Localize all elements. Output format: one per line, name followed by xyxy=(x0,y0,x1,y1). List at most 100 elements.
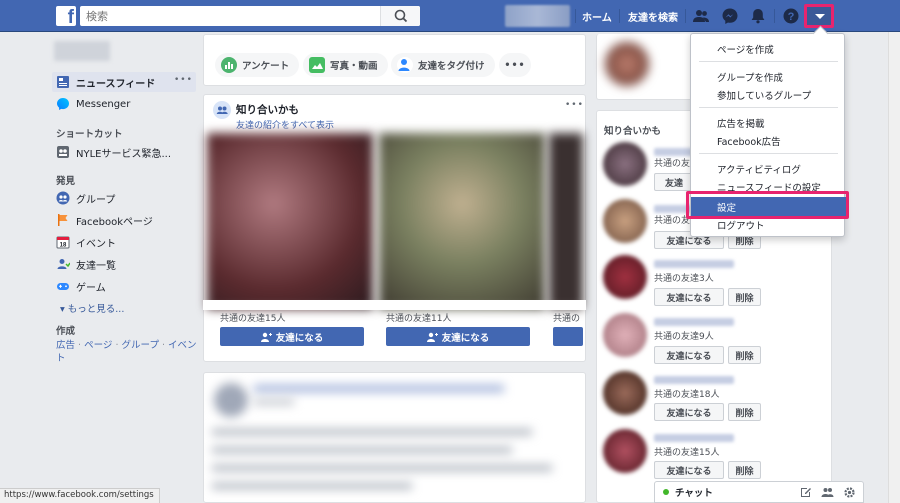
sidebar-item-friend-lists[interactable]: 友達一覧 xyxy=(56,255,116,273)
post-author-avatar[interactable] xyxy=(214,383,248,417)
suggestion-add-friend-button[interactable]: 友達になる xyxy=(654,403,724,421)
pymk-add-friend-button-3[interactable] xyxy=(553,327,583,346)
suggestion-name-blurred[interactable] xyxy=(654,318,734,326)
chat-label: チャット xyxy=(675,488,713,499)
friend-requests-icon[interactable] xyxy=(692,7,710,25)
photo-icon xyxy=(309,57,325,73)
suggestion-mutual: 共通の友 xyxy=(654,216,691,226)
add-label: 友達になる xyxy=(666,466,712,477)
delete-label: 削除 xyxy=(735,351,754,362)
right-pymk-heading: 知り合いかも xyxy=(604,126,662,137)
pymk-title: 知り合いかも xyxy=(236,104,299,116)
pymk-add-friend-label: 友達になる xyxy=(275,332,324,344)
facebook-logo-icon[interactable]: f xyxy=(56,6,76,26)
add-label: 友達になる xyxy=(666,351,712,362)
suggestion-delete-button[interactable]: 削除 xyxy=(728,403,761,421)
pymk-more-options-icon[interactable]: ••• xyxy=(565,100,584,110)
pymk-photo-3[interactable] xyxy=(549,133,583,309)
suggestion-name-blurred[interactable] xyxy=(654,376,734,384)
menu-item-advertise[interactable]: 広告を掲載 xyxy=(717,116,765,130)
menu-item-facebook-ads[interactable]: Facebook広告 xyxy=(717,134,781,148)
see-more-link[interactable]: ▾ もっと見る... xyxy=(60,301,124,315)
page-scrollbar[interactable] xyxy=(888,32,900,503)
sidebar-item-pages[interactable]: Facebookページ xyxy=(56,211,153,229)
nav-divider xyxy=(774,9,775,23)
suggestion-name-blurred[interactable] xyxy=(654,434,734,442)
suggestion-avatar[interactable] xyxy=(603,255,647,299)
add-label: 友達 xyxy=(664,178,683,189)
pymk-add-friend-button-2[interactable]: 友達になる xyxy=(386,327,530,346)
chat-bar[interactable]: チャット xyxy=(654,481,864,503)
menu-divider xyxy=(699,61,838,62)
settings-highlight-annotation xyxy=(686,191,849,219)
home-link[interactable]: ホーム xyxy=(582,9,612,24)
pymk-see-all-link[interactable]: 友達の紹介をすべて表示 xyxy=(236,118,334,131)
poll-button[interactable]: アンケート xyxy=(215,53,300,77)
menu-item-activity-log[interactable]: アクティビティログ xyxy=(717,162,801,176)
pymk-photo-1[interactable] xyxy=(207,133,373,309)
suggestion-avatar[interactable] xyxy=(603,199,647,243)
suggestion-delete-button[interactable]: 削除 xyxy=(728,461,761,479)
search-input[interactable] xyxy=(80,6,380,26)
pymk-photo-2[interactable] xyxy=(379,133,545,309)
sidebar-item-groups[interactable]: グループ xyxy=(56,189,115,207)
suggestion-avatar[interactable] xyxy=(603,142,647,186)
suggestion-delete-button[interactable]: 削除 xyxy=(728,288,761,306)
post-text-blurred xyxy=(212,447,512,453)
help-question-icon[interactable]: ? xyxy=(782,7,800,25)
sidebar-item-events[interactable]: 18 イベント xyxy=(56,233,116,251)
suggestion-avatar[interactable] xyxy=(603,313,647,357)
suggestion-mutual: 共通の友達15人 xyxy=(654,448,720,458)
create-ad-link[interactable]: 広告 xyxy=(56,340,75,351)
compose-icon[interactable] xyxy=(799,486,812,499)
notifications-bell-icon[interactable] xyxy=(749,7,767,25)
gear-icon[interactable] xyxy=(843,486,856,499)
find-friends-link[interactable]: 友達を検索 xyxy=(628,9,678,24)
more-options-icon[interactable]: ••• xyxy=(174,75,193,85)
photo-video-button[interactable]: 写真・動画 xyxy=(303,53,388,77)
add-label: 友達になる xyxy=(666,408,712,419)
group-icon xyxy=(56,145,70,159)
suggestion-name-blurred[interactable] xyxy=(654,260,734,268)
menu-item-your-groups[interactable]: 参加しているグループ xyxy=(717,88,811,102)
account-menu-button[interactable] xyxy=(804,4,834,28)
create-links-separator: · xyxy=(115,340,119,351)
suggestion-add-friend-button[interactable]: 友達 xyxy=(654,173,694,191)
sidebar-item-shortcut-group[interactable]: NYLEサービス緊急... xyxy=(56,143,171,161)
post-header-blurred xyxy=(254,385,504,392)
sidebar-item-label: ニュースフィード xyxy=(76,78,156,90)
tag-friend-icon xyxy=(397,57,413,73)
suggestion-avatar[interactable] xyxy=(605,42,649,86)
menu-item-log-out[interactable]: ログアウト xyxy=(717,218,765,232)
poll-label: アンケート xyxy=(242,61,290,72)
sidebar-item-news-feed[interactable]: ニュースフィード xyxy=(56,73,155,91)
delete-label: 削除 xyxy=(735,293,754,304)
messenger-icon[interactable] xyxy=(721,7,739,25)
suggestion-avatar[interactable] xyxy=(603,371,647,415)
new-group-icon[interactable] xyxy=(821,486,834,499)
search-box xyxy=(80,6,420,26)
sidebar-item-label: 友達一覧 xyxy=(76,260,116,272)
game-controller-icon xyxy=(56,279,70,293)
user-name-blurred[interactable] xyxy=(54,41,110,61)
suggestion-add-friend-button[interactable]: 友達になる xyxy=(654,346,724,364)
shortcuts-heading: ショートカット xyxy=(56,129,123,140)
suggestion-avatar[interactable] xyxy=(603,429,647,473)
pymk-add-friend-button-1[interactable]: 友達になる xyxy=(220,327,364,346)
profile-link-avatar[interactable] xyxy=(505,5,570,27)
suggestion-delete-button[interactable]: 削除 xyxy=(728,346,761,364)
suggestion-add-friend-button[interactable]: 友達になる xyxy=(654,288,724,306)
add-friend-icon xyxy=(426,332,438,342)
sidebar-item-messenger[interactable]: Messenger xyxy=(56,95,130,113)
menu-item-create-group[interactable]: グループを作成 xyxy=(717,70,783,84)
search-button[interactable] xyxy=(380,6,420,26)
composer-more-button[interactable]: ••• xyxy=(499,53,531,77)
add-label: 友達になる xyxy=(666,293,712,304)
create-group-link[interactable]: グループ xyxy=(122,340,159,351)
menu-item-create-page[interactable]: ページを作成 xyxy=(717,42,774,56)
tag-friends-button[interactable]: 友達をタグ付け xyxy=(391,53,495,77)
nav-divider xyxy=(575,9,576,23)
create-page-link[interactable]: ページ xyxy=(84,340,112,351)
sidebar-item-games[interactable]: ゲーム xyxy=(56,277,106,295)
suggestion-add-friend-button[interactable]: 友達になる xyxy=(654,461,724,479)
